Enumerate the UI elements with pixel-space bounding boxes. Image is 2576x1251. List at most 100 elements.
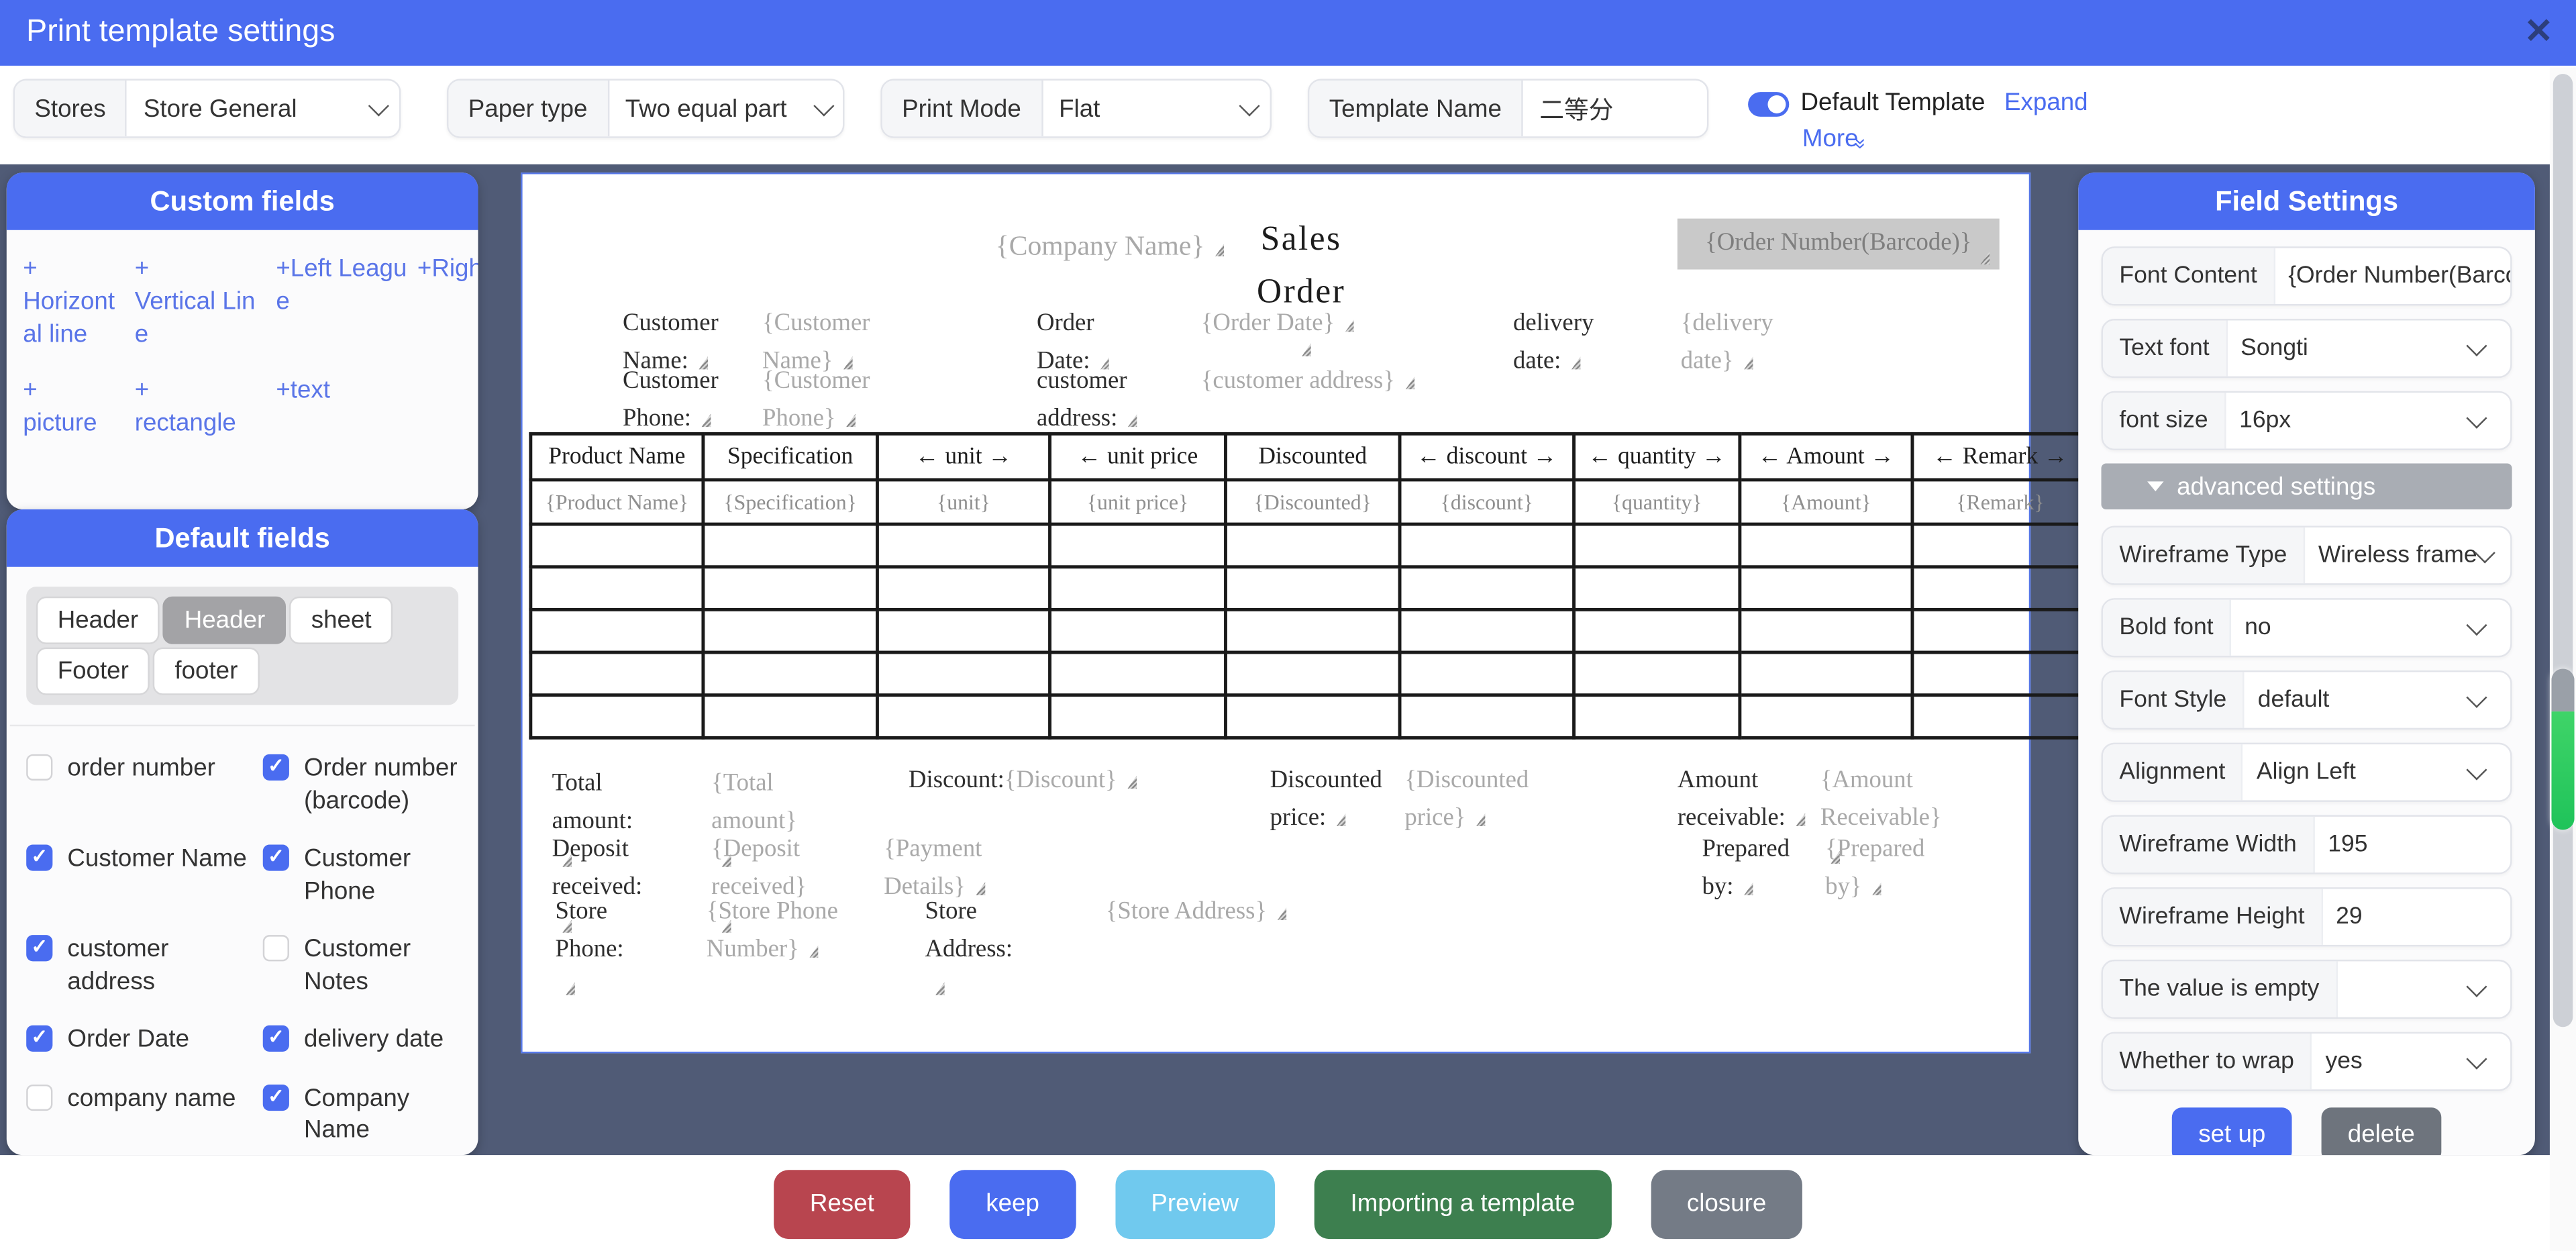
doc-title-field[interactable]: Sales Order	[1250, 213, 1352, 370]
print-mode-select[interactable]: Print Mode Flat	[880, 79, 1272, 138]
checkbox-customer-phone[interactable]: Customer Phone	[263, 833, 478, 917]
wireframe-height-input[interactable]: 29	[2323, 889, 2511, 945]
column-header[interactable]: ← Remark →	[1912, 434, 2088, 480]
edit-handle-icon[interactable]	[1870, 882, 1882, 895]
add-left-league-button[interactable]: +Left League	[276, 253, 407, 351]
edit-handle-icon[interactable]	[844, 413, 856, 427]
checkbox-customer-address[interactable]: customer address	[26, 923, 263, 1007]
scrollbar-green-indicator[interactable]	[2551, 668, 2574, 830]
import-template-button[interactable]: Importing a template	[1315, 1169, 1612, 1238]
wrap-select[interactable]: Whether to wrap yes	[2102, 1032, 2512, 1091]
closure-button[interactable]: closure	[1651, 1169, 1802, 1238]
alignment-select[interactable]: Alignment Align Left	[2102, 743, 2512, 802]
reset-button[interactable]: Reset	[774, 1169, 911, 1238]
table-cell[interactable]: {Product Name}	[531, 480, 703, 524]
template-canvas[interactable]: {Company Name} Sales Order {Order Number…	[521, 172, 2030, 1053]
discount-field[interactable]: Discount:{Discount}	[909, 762, 1172, 800]
order-date-value[interactable]: {Order Date}	[1201, 305, 1382, 343]
customer-address-label[interactable]: customer address:	[1037, 363, 1151, 438]
font-content-input[interactable]: {Order Number(Barcode)}	[2275, 248, 2511, 304]
table-cell[interactable]: {unit price}	[1050, 480, 1226, 524]
keep-button[interactable]: keep	[949, 1169, 1075, 1238]
column-header[interactable]: ← unit →	[877, 434, 1049, 480]
text-font-select[interactable]: Text font Songti	[2102, 319, 2512, 378]
column-header[interactable]: Discounted	[1226, 434, 1400, 480]
checkbox-order-date[interactable]: Order Date	[26, 1014, 263, 1066]
edit-handle-icon[interactable]	[1978, 252, 1990, 265]
customer-phone-label[interactable]: Customer Phone:	[623, 363, 737, 438]
discounted-price-value[interactable]: {Discounted price}	[1404, 762, 1533, 838]
store-phone-value[interactable]: {Store Phone Number}	[707, 894, 851, 969]
edit-handle-icon[interactable]	[1794, 813, 1805, 826]
company-name-field[interactable]: {Company Name}	[996, 225, 1225, 267]
column-header[interactable]: ← quantity →	[1574, 434, 1740, 480]
checkbox-company-name[interactable]: Company Name	[263, 1072, 478, 1156]
table-cell[interactable]: {discount}	[1400, 480, 1574, 524]
table-cell[interactable]: {Discounted}	[1226, 480, 1400, 524]
discount-value[interactable]: {Discount}	[1004, 767, 1117, 793]
store-address-label[interactable]: Store Address:	[925, 894, 1023, 1006]
tab-footer-2[interactable]: footer	[154, 648, 260, 695]
checkbox-checked-icon[interactable]	[263, 844, 289, 870]
scrollbar-thumb[interactable]	[2553, 74, 2573, 1027]
checkbox-delivery-date[interactable]: delivery date	[263, 1014, 478, 1066]
prepared-by-label[interactable]: Prepared by:	[1702, 832, 1808, 907]
default-template-toggle[interactable]	[1748, 92, 1789, 117]
value-empty-select[interactable]: The value is empty	[2102, 960, 2512, 1019]
edit-handle-icon[interactable]	[1300, 343, 1311, 356]
edit-handle-icon[interactable]	[1474, 813, 1486, 826]
paper-type-select[interactable]: Paper type Two equal part	[447, 79, 845, 138]
preview-button[interactable]: Preview	[1115, 1169, 1275, 1238]
store-address-value[interactable]: {Store Address}	[1106, 894, 1435, 932]
close-icon[interactable]: ✕	[2524, 11, 2553, 52]
edit-handle-icon[interactable]	[1742, 356, 1753, 370]
wireframe-height-field[interactable]: Wireframe Height 29	[2102, 887, 2512, 946]
checkbox-checked-icon[interactable]	[263, 754, 289, 781]
delivery-date-value[interactable]: {delivery date}	[1681, 305, 1792, 381]
template-name-input[interactable]: 二等分	[1523, 81, 1707, 136]
set-up-button[interactable]: set up	[2172, 1107, 2291, 1155]
checkbox-customer-name[interactable]: Customer Name	[26, 833, 263, 917]
prepared-by-value[interactable]: {Prepared by}	[1825, 832, 1937, 907]
checkbox-order-number-barcode[interactable]: Order number (barcode)	[263, 743, 478, 827]
checkbox-checked-icon[interactable]	[263, 1025, 289, 1052]
edit-handle-icon[interactable]	[1403, 377, 1414, 390]
edit-handle-icon[interactable]	[1343, 319, 1354, 332]
edit-handle-icon[interactable]	[1126, 413, 1137, 427]
template-name-field[interactable]: Template Name 二等分	[1308, 79, 1708, 138]
checkbox-company-name-lower[interactable]: company name	[26, 1072, 263, 1156]
checkbox-order-number[interactable]: order number	[26, 743, 263, 827]
add-picture-button[interactable]: +picture	[23, 374, 125, 440]
page-scrollbar[interactable]	[2550, 67, 2576, 1251]
edit-handle-icon[interactable]	[807, 944, 819, 958]
edit-handle-icon[interactable]	[1125, 776, 1137, 789]
store-phone-label[interactable]: Store Phone:	[556, 894, 631, 1006]
edit-handle-icon[interactable]	[1275, 907, 1286, 921]
table-cell[interactable]: {Remark}	[1912, 480, 2088, 524]
customer-address-value[interactable]: {customer address}	[1201, 363, 1464, 401]
column-header[interactable]: ← discount →	[1400, 434, 1574, 480]
checkbox-checked-icon[interactable]	[26, 844, 52, 870]
wireframe-type-select[interactable]: Wireframe Type Wireless frame	[2102, 526, 2512, 585]
edit-handle-icon[interactable]	[1742, 882, 1753, 895]
checkbox-checked-icon[interactable]	[263, 1084, 289, 1110]
wireframe-width-input[interactable]: 195	[2315, 817, 2510, 872]
add-vertical-line-button[interactable]: +Vertical Line	[135, 253, 266, 351]
amount-receivable-label[interactable]: Amount receivable:	[1678, 762, 1806, 838]
order-number-barcode-field-selected[interactable]: {Order Number(Barcode)}	[1678, 219, 2000, 270]
checkbox-checked-icon[interactable]	[26, 935, 52, 961]
edit-handle-icon[interactable]	[933, 982, 945, 995]
table-cell[interactable]: {quantity}	[1574, 480, 1740, 524]
expand-link[interactable]: Expand	[2004, 89, 2088, 117]
more-link[interactable]: More»	[1802, 125, 1865, 153]
column-header[interactable]: ← Amount →	[1740, 434, 1912, 480]
customer-phone-value[interactable]: {Customer Phone}	[762, 363, 887, 438]
column-header[interactable]: Product Name	[531, 434, 703, 480]
checkbox-checked-icon[interactable]	[26, 1025, 52, 1052]
column-header[interactable]: Specification	[703, 434, 878, 480]
edit-handle-icon[interactable]	[564, 982, 575, 995]
table-cell[interactable]: {unit}	[877, 480, 1049, 524]
advanced-settings-toggle[interactable]: advanced settings	[2102, 463, 2512, 509]
edit-handle-icon[interactable]	[1569, 356, 1581, 370]
add-horizontal-line-button[interactable]: +Horizontal line	[23, 253, 125, 351]
